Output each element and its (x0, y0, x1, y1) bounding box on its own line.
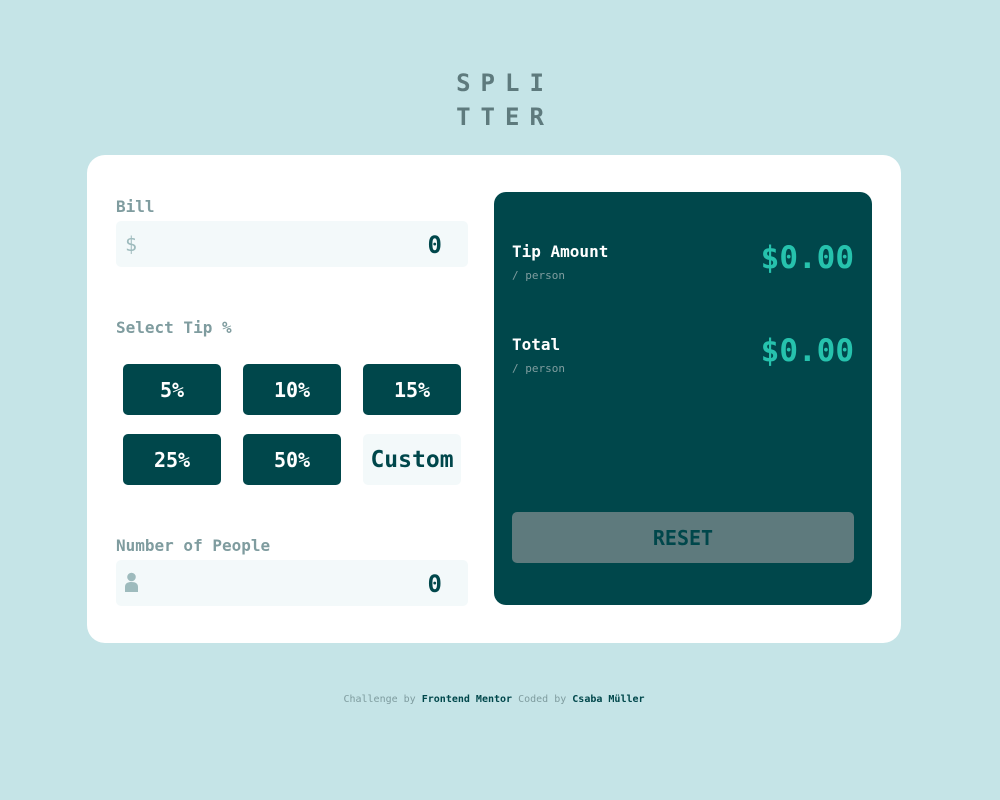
tip-button-5[interactable]: 5% (123, 364, 221, 415)
people-input[interactable]: 0 (116, 560, 468, 606)
tip-button-50[interactable]: 50% (243, 434, 341, 485)
logo-line-2: TTER (456, 103, 554, 131)
tip-amount-label: Tip Amount (512, 242, 609, 261)
tip-button-15[interactable]: 15% (363, 364, 461, 415)
reset-button[interactable]: RESET (512, 512, 854, 563)
tip-amount-value: $0.00 (760, 240, 854, 276)
bill-label: Bill (116, 197, 155, 216)
bill-input[interactable]: $ 0 (116, 221, 468, 267)
tip-amount-per-person: / person (512, 269, 565, 282)
person-icon (125, 572, 138, 594)
attribution: Challenge by Frontend Mentor Coded by Cs… (0, 694, 988, 705)
frontend-mentor-link[interactable]: Frontend Mentor (422, 694, 512, 705)
logo-line-1: SPLI (456, 69, 554, 97)
bill-value: 0 (427, 231, 442, 259)
select-tip-label: Select Tip % (116, 318, 232, 337)
app-logo: SPLI TTER (0, 66, 1000, 134)
results-panel: Tip Amount / person $0.00 Total / person… (494, 192, 872, 605)
people-value: 0 (427, 570, 442, 598)
total-label: Total (512, 335, 561, 354)
custom-tip-input[interactable]: Custom (363, 434, 461, 485)
author-link[interactable]: Csaba Müller (572, 694, 644, 705)
total-per-person: / person (512, 362, 565, 375)
calculator-card: Bill $ 0 Select Tip % 5% 10% 15% 25% 50%… (87, 155, 901, 643)
total-value: $0.00 (760, 333, 854, 369)
people-label: Number of People (116, 536, 271, 555)
dollar-icon: $ (125, 232, 138, 256)
attribution-middle: Coded by (518, 694, 567, 705)
attribution-prefix: Challenge by (343, 694, 416, 705)
tip-button-10[interactable]: 10% (243, 364, 341, 415)
tip-button-25[interactable]: 25% (123, 434, 221, 485)
